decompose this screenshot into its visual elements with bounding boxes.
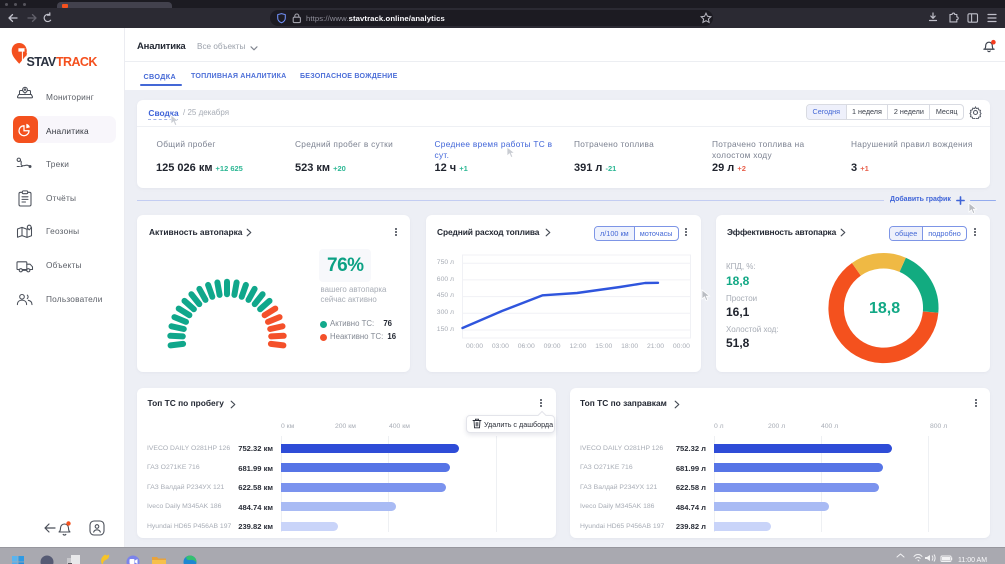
svg-text:TRACK: TRACK <box>56 55 97 68</box>
svg-text:STAV: STAV <box>27 55 57 68</box>
svg-text:11:00 AM: 11:00 AM <box>958 557 987 564</box>
